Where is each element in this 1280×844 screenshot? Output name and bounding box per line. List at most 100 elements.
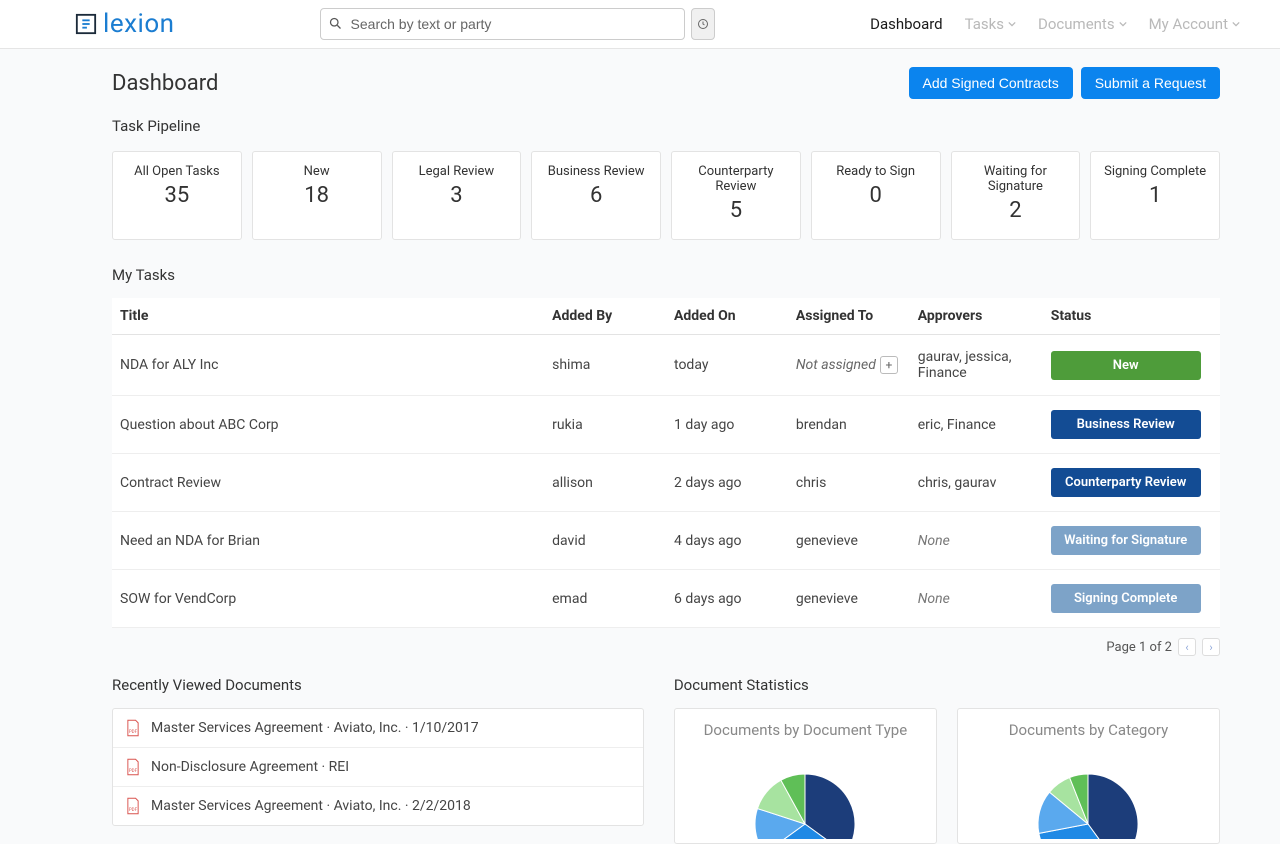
pipeline-card-count: 6 (538, 183, 654, 208)
stat-title-by-category: Documents by Category (968, 721, 1209, 739)
pipeline-card-label: All Open Tasks (119, 164, 235, 179)
pager-next-button[interactable]: › (1202, 638, 1220, 656)
task-added-by: shima (544, 335, 666, 396)
task-added-on: 6 days ago (666, 570, 788, 628)
pipeline-card-label: Ready to Sign (818, 164, 934, 179)
pdf-icon: PDF (125, 758, 141, 776)
recent-doc-item[interactable]: PDF Master Services Agreement · Aviato, I… (113, 709, 643, 748)
pipeline-card-count: 3 (399, 183, 515, 208)
col-approvers[interactable]: Approvers (910, 298, 1043, 335)
task-added-on: today (666, 335, 788, 396)
logo-icon (75, 13, 97, 35)
pipeline-card-label: New (259, 164, 375, 179)
pipeline-card-count: 2 (958, 198, 1074, 223)
approvers-text: eric, Finance (918, 417, 996, 433)
logo-text: lexion (103, 9, 175, 39)
col-added-by[interactable]: Added By (544, 298, 666, 335)
task-row[interactable]: SOW for VendCorpemad6 days ago genevieve N… (112, 570, 1220, 628)
document-statistics-label: Document Statistics (674, 676, 1220, 694)
task-row[interactable]: NDA for ALY IncshimatodayNot assigned+ga… (112, 335, 1220, 396)
pipeline-card[interactable]: All Open Tasks 35 (112, 151, 242, 240)
nav-tasks[interactable]: Tasks (965, 15, 1016, 33)
pager-text: Page 1 of 2 (1106, 640, 1172, 655)
task-added-by: emad (544, 570, 666, 628)
pipeline-card-count: 0 (818, 183, 934, 208)
task-row[interactable]: Contract Reviewallison2 days agochrischr… (112, 454, 1220, 512)
status-badge[interactable]: Business Review (1051, 410, 1201, 439)
help-button[interactable] (691, 8, 715, 40)
submit-request-button[interactable]: Submit a Request (1081, 67, 1220, 99)
pipeline-card-label: Business Review (538, 164, 654, 179)
pipeline-card[interactable]: Signing Complete 1 (1090, 151, 1220, 240)
assigned-to-text: brendan (796, 417, 847, 433)
svg-text:PDF: PDF (129, 807, 138, 813)
status-badge[interactable]: Counterparty Review (1051, 468, 1201, 497)
my-tasks-label: My Tasks (112, 266, 1220, 284)
pdf-icon: PDF (125, 719, 141, 737)
task-row[interactable]: Question about ABC Corprukia1 day ago bre… (112, 396, 1220, 454)
pipeline-card[interactable]: Business Review 6 (531, 151, 661, 240)
not-assigned-text: Not assigned (796, 357, 876, 373)
pipeline-card[interactable]: Ready to Sign 0 (811, 151, 941, 240)
pipeline-card-count: 1 (1097, 183, 1213, 208)
task-added-on: 4 days ago (666, 512, 788, 570)
recent-doc-item[interactable]: PDF Master Services Agreement · Aviato, I… (113, 787, 643, 825)
status-badge[interactable]: Signing Complete (1051, 584, 1201, 613)
stat-card-by-type: Documents by Document Type (674, 708, 937, 844)
task-added-by: allison (544, 454, 666, 512)
task-title: NDA for ALY Inc (112, 335, 544, 396)
pipeline-card[interactable]: New 18 (252, 151, 382, 240)
pdf-icon: PDF (125, 797, 141, 815)
pipeline-card-count: 5 (678, 198, 794, 223)
task-title: Contract Review (112, 454, 544, 512)
task-added-by: david (544, 512, 666, 570)
pipeline-card[interactable]: Waiting for Signature 2 (951, 151, 1081, 240)
pipeline-card-label: Counterparty Review (678, 164, 794, 194)
pipeline-card[interactable]: Counterparty Review 5 (671, 151, 801, 240)
recent-doc-item[interactable]: PDF Non-Disclosure Agreement · REI (113, 748, 643, 787)
pipeline-card-label: Signing Complete (1097, 164, 1213, 179)
assign-button[interactable]: + (880, 356, 898, 374)
page-title: Dashboard (112, 71, 218, 96)
assigned-to-text: genevieve (796, 591, 858, 607)
nav-dashboard[interactable]: Dashboard (870, 15, 943, 33)
task-added-on: 1 day ago (666, 396, 788, 454)
svg-text:PDF: PDF (129, 729, 138, 735)
logo[interactable]: lexion (75, 9, 175, 39)
pipeline-card-label: Waiting for Signature (958, 164, 1074, 194)
status-badge[interactable]: New (1051, 351, 1201, 380)
col-assigned-to[interactable]: Assigned To (788, 298, 910, 335)
task-title: Need an NDA for Brian (112, 512, 544, 570)
pipeline-card-count: 35 (119, 183, 235, 208)
search-input[interactable] (320, 8, 685, 40)
approvers-text: None (918, 591, 950, 607)
status-badge[interactable]: Waiting for Signature (1051, 526, 1201, 555)
col-added-on[interactable]: Added On (666, 298, 788, 335)
pipeline-card[interactable]: Legal Review3 (392, 151, 522, 240)
search-icon (328, 16, 343, 31)
stat-card-by-category: Documents by Category (957, 708, 1220, 844)
pie-chart-by-type (735, 749, 875, 839)
task-row[interactable]: Need an NDA for Briandavid4 days ago gene… (112, 512, 1220, 570)
task-title: Question about ABC Corp (112, 396, 544, 454)
add-signed-contracts-button[interactable]: Add Signed Contracts (909, 67, 1073, 99)
recent-doc-text: Non-Disclosure Agreement · REI (151, 759, 349, 775)
pager-prev-button[interactable]: ‹ (1178, 638, 1196, 656)
col-status[interactable]: Status (1043, 298, 1220, 335)
recent-doc-text: Master Services Agreement · Aviato, Inc.… (151, 720, 479, 736)
chevron-down-icon (1008, 20, 1016, 28)
nav-documents[interactable]: Documents (1038, 15, 1127, 33)
task-added-by: rukia (544, 396, 666, 454)
col-title[interactable]: Title (112, 298, 544, 335)
svg-text:PDF: PDF (129, 768, 138, 774)
recent-doc-text: Master Services Agreement · Aviato, Inc.… (151, 798, 471, 814)
nav-my-account[interactable]: My Account (1149, 15, 1240, 33)
assigned-to-text: chris (796, 475, 826, 491)
assigned-to-text: genevieve (796, 533, 858, 549)
approvers-text: chris, gaurav (918, 475, 997, 491)
chevron-down-icon (1232, 20, 1240, 28)
approvers-text: None (918, 533, 950, 549)
stat-title-by-type: Documents by Document Type (685, 721, 926, 739)
pipeline-card-count: 18 (259, 183, 375, 208)
task-title: SOW for VendCorp (112, 570, 544, 628)
